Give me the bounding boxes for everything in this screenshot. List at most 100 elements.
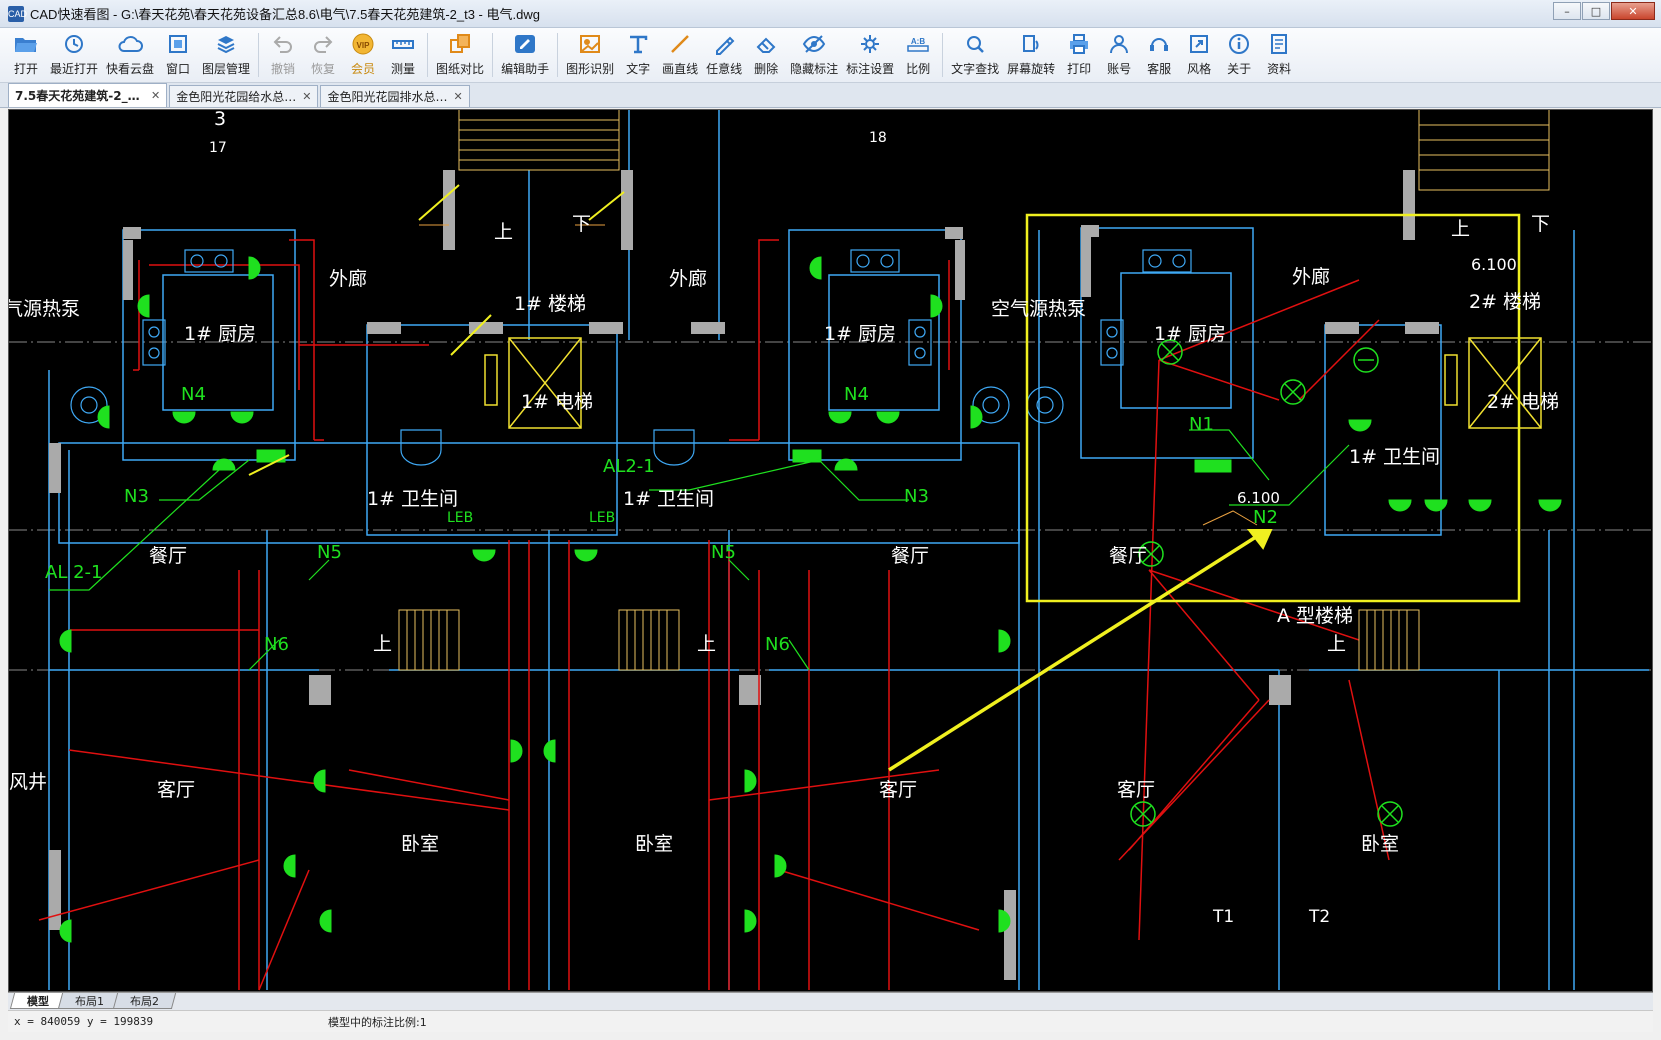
edit-assistant-button[interactable]: 编辑助手 xyxy=(497,28,553,80)
redo-label: 恢复 xyxy=(311,62,336,76)
measure-button[interactable]: 测量 xyxy=(383,28,423,80)
print-label: 打印 xyxy=(1067,62,1092,76)
layer-manager-label: 图层管理 xyxy=(202,62,251,76)
text-icon xyxy=(625,32,651,56)
close-icon[interactable]: ✕ xyxy=(453,90,462,103)
cad-drawing-canvas[interactable]: 3 17 18 1# 厨房 1# 厨房 1# 厨房 外廊 外廊 外廊 1# 楼梯… xyxy=(8,109,1653,992)
stair-down-label: 下 xyxy=(572,213,591,235)
line-icon xyxy=(667,32,693,56)
rotate-screen-button[interactable]: 屏幕旋转 xyxy=(1003,28,1059,80)
account-button[interactable]: 账号 xyxy=(1099,28,1139,80)
measure-label: 测量 xyxy=(391,62,416,76)
room-label-kitchen-left: 1# 厨房 xyxy=(184,323,256,345)
toolbar-separator xyxy=(258,33,260,77)
scale-label: 比例 xyxy=(906,62,931,76)
close-icon[interactable]: ✕ xyxy=(151,89,160,102)
compare-label: 图纸对比 xyxy=(436,62,485,76)
support-label: 客服 xyxy=(1147,62,1172,76)
circuit-label-n6-mid: N6 xyxy=(765,634,790,655)
edit-assistant-label: 编辑助手 xyxy=(501,62,550,76)
leb-label-left: LEB xyxy=(447,510,473,526)
rotate-screen-icon xyxy=(1018,32,1044,56)
room-label-corridor-mid: 外廊 xyxy=(669,268,707,290)
hide-annotation-label: 隐藏标注 xyxy=(790,62,839,76)
minimize-button[interactable]: – xyxy=(1553,2,1581,20)
draw-line-button[interactable]: 画直线 xyxy=(658,28,702,80)
annotation-settings-button[interactable]: 标注设置 xyxy=(842,28,898,80)
fixtures xyxy=(70,249,1192,466)
layer-manager-button[interactable]: 图层管理 xyxy=(198,28,254,80)
hide-annotation-button[interactable]: 隐藏标注 xyxy=(786,28,842,80)
room-label-corridor-left: 外廊 xyxy=(329,268,367,290)
undo-button[interactable]: 撤销 xyxy=(263,28,303,80)
close-button[interactable]: ✕ xyxy=(1611,2,1655,20)
room-label-bedroom-mid: 卧室 xyxy=(635,833,673,855)
redo-icon xyxy=(310,32,336,56)
tab-layout-2[interactable]: 布局2 xyxy=(112,993,177,1009)
toolbar-separator xyxy=(427,33,429,77)
recent-button[interactable]: 最近打开 xyxy=(46,28,102,80)
room-label-heatpump-left: 气源热泵 xyxy=(9,298,80,320)
support-button[interactable]: 客服 xyxy=(1139,28,1179,80)
room-label-dining-right: 餐厅 xyxy=(1109,545,1147,567)
shape-recognize-label: 图形识别 xyxy=(566,62,615,76)
scale-icon: A:B xyxy=(905,32,931,56)
window-title: CAD快速看图 - G:\春天花苑\春天花苑设备汇总8.6\电气\7.5春天花苑… xyxy=(30,7,540,22)
tab-document-1[interactable]: 7.5春天花苑建筑-2_t… ✕ xyxy=(8,83,168,107)
red-wiring xyxy=(38,239,1390,991)
vip-button[interactable]: VIP 会员 xyxy=(343,28,383,80)
tab-layout-1[interactable]: 布局1 xyxy=(57,993,122,1009)
style-icon xyxy=(1186,32,1212,56)
text-search-label: 文字查找 xyxy=(951,62,1000,76)
shape-recognize-button[interactable]: 图形识别 xyxy=(562,28,618,80)
folder-open-icon xyxy=(13,32,39,56)
undo-icon xyxy=(270,32,296,56)
text-button[interactable]: 文字 xyxy=(618,28,658,80)
draw-line-label: 画直线 xyxy=(662,62,699,76)
tab-document-3[interactable]: 金色阳光花园排水总… ✕ xyxy=(320,85,470,107)
window-controls: – □ ✕ xyxy=(1552,2,1655,20)
room-label-bath-left: 1# 卫生间 xyxy=(367,488,458,510)
orange-lines xyxy=(419,224,1258,526)
style-button[interactable]: 风格 xyxy=(1179,28,1219,80)
tab-layout-1-label: 布局1 xyxy=(75,994,105,1008)
scale-badge-text: A:B xyxy=(911,37,925,46)
open-button[interactable]: 打开 xyxy=(6,28,46,80)
circuit-label-n3-left: N3 xyxy=(124,486,149,507)
circuit-label-n6-left: N6 xyxy=(264,634,289,655)
window-button[interactable]: 窗口 xyxy=(158,28,198,80)
shape-recognize-icon xyxy=(577,32,603,56)
stair-up-label-left: 上 xyxy=(494,221,513,243)
print-button[interactable]: 打印 xyxy=(1059,28,1099,80)
maximize-button[interactable]: □ xyxy=(1582,2,1610,20)
user-icon xyxy=(1106,32,1132,56)
resources-button[interactable]: 资料 xyxy=(1259,28,1299,80)
vip-label: 会员 xyxy=(351,62,376,76)
undo-label: 撤销 xyxy=(271,62,296,76)
circuit-label-n5-mid: N5 xyxy=(711,542,736,563)
vertical-scrollbar[interactable] xyxy=(1653,109,1661,1009)
scale-button[interactable]: A:B 比例 xyxy=(898,28,938,80)
info-icon xyxy=(1226,32,1252,56)
account-label: 账号 xyxy=(1107,62,1132,76)
tab-document-2[interactable]: 金色阳光花园给水总… ✕ xyxy=(169,85,319,107)
compare-button[interactable]: 图纸对比 xyxy=(432,28,488,80)
text-search-button[interactable]: 文字查找 xyxy=(947,28,1003,80)
delete-button[interactable]: 删除 xyxy=(746,28,786,80)
about-button[interactable]: 关于 xyxy=(1219,28,1259,80)
close-icon[interactable]: ✕ xyxy=(302,90,311,103)
layout-tabs: 模型 布局1 布局2 xyxy=(8,992,1653,1010)
rotate-screen-label: 屏幕旋转 xyxy=(1007,62,1056,76)
circuit-label-n3-mid: N3 xyxy=(904,486,929,507)
recent-label: 最近打开 xyxy=(50,62,99,76)
lamp-fixtures xyxy=(1130,339,1403,827)
room-label-kitchen-mid: 1# 厨房 xyxy=(824,323,896,345)
layers-icon xyxy=(213,32,239,56)
cloud-disk-button[interactable]: 快看云盘 xyxy=(102,28,158,80)
room-label-dining-left: 餐厅 xyxy=(149,545,187,567)
redo-button[interactable]: 恢复 xyxy=(303,28,343,80)
about-label: 关于 xyxy=(1227,62,1252,76)
room-label-bedroom-right: 卧室 xyxy=(1361,833,1399,855)
circuit-label-n2: N2 xyxy=(1253,507,1278,528)
freehand-button[interactable]: 任意线 xyxy=(702,28,746,80)
